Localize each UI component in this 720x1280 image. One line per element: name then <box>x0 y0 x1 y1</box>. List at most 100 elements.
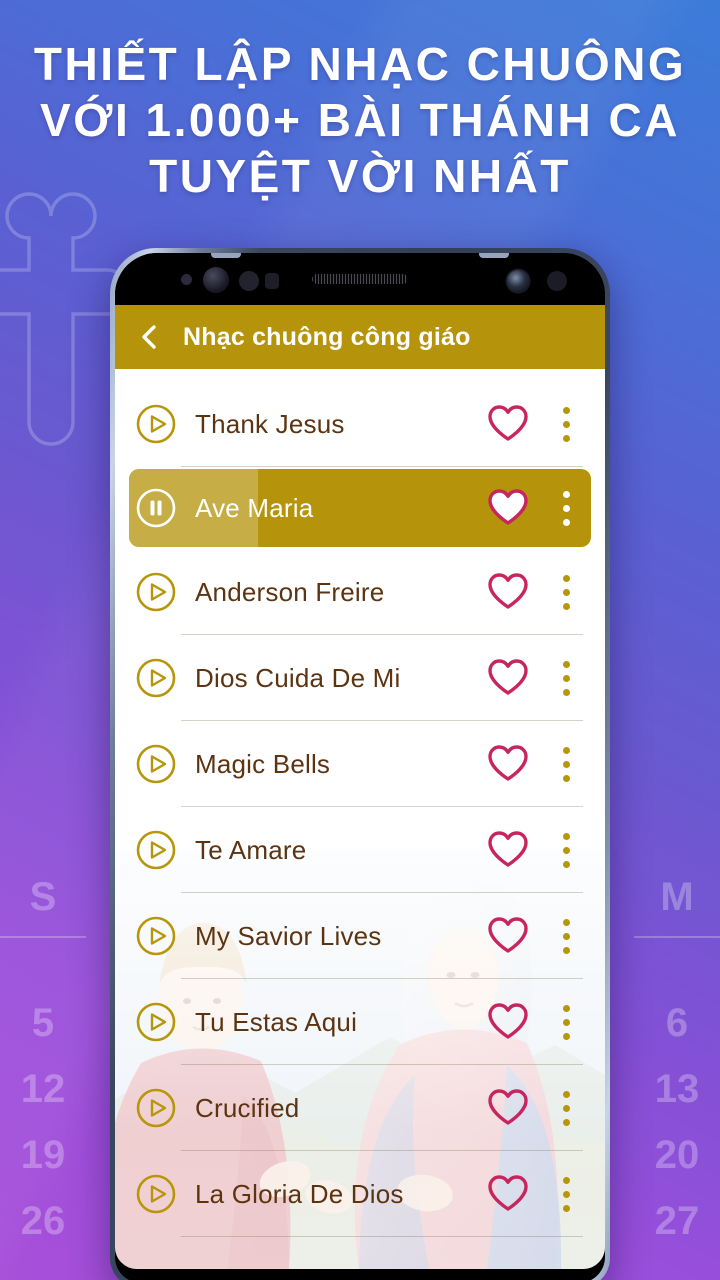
pause-button[interactable] <box>135 487 177 529</box>
favorite-button[interactable] <box>487 658 529 698</box>
iris-scanner-icon <box>203 267 229 293</box>
play-circle-icon <box>136 830 176 870</box>
calendar-day: 6 <box>665 1001 689 1045</box>
heart-outline-icon <box>488 659 528 695</box>
favorite-button[interactable] <box>487 830 529 870</box>
song-row[interactable]: Dios Cuida De Mi <box>129 635 591 721</box>
favorite-button[interactable] <box>487 572 529 612</box>
play-circle-icon <box>136 572 176 612</box>
song-title: Ave Maria <box>195 492 314 523</box>
led-indicator-icon <box>265 273 279 289</box>
calendar-day: 12 <box>20 1067 66 1111</box>
calendar-rule <box>0 936 86 938</box>
song-overflow-menu-button[interactable] <box>553 1090 579 1126</box>
calendar-header-m: M <box>660 875 694 919</box>
play-circle-icon <box>136 916 176 956</box>
song-title: La Gloria De Dios <box>195 1178 404 1209</box>
favorite-button[interactable] <box>487 1088 529 1128</box>
song-overflow-menu-button[interactable] <box>553 1176 579 1212</box>
song-overflow-menu-button[interactable] <box>553 918 579 954</box>
proximity-sensor-icon <box>181 274 192 285</box>
calendar-day: 5 <box>31 1001 55 1045</box>
play-circle-icon <box>136 1088 176 1128</box>
song-title: Anderson Freire <box>195 576 385 607</box>
song-overflow-menu-button[interactable] <box>553 1004 579 1040</box>
favorite-button[interactable] <box>487 404 529 444</box>
heart-outline-icon <box>488 573 528 609</box>
favorite-button[interactable] <box>487 916 529 956</box>
favorite-button[interactable] <box>487 1002 529 1042</box>
bezel-highlight-left <box>211 253 241 258</box>
light-sensor-icon <box>239 271 259 291</box>
play-button[interactable] <box>135 1001 177 1043</box>
calendar-day: 20 <box>654 1133 700 1177</box>
row-divider <box>181 1235 583 1237</box>
bezel-highlight-right <box>479 253 509 258</box>
calendar-day: 19 <box>20 1133 66 1177</box>
calendar-day: 13 <box>654 1067 700 1111</box>
song-overflow-menu-button[interactable] <box>553 746 579 782</box>
song-overflow-menu-button[interactable] <box>553 490 579 526</box>
heart-filled-icon <box>488 489 528 525</box>
song-row[interactable]: Tu Estas Aqui <box>129 979 591 1065</box>
song-row[interactable]: Anderson Freire <box>129 549 591 635</box>
play-button[interactable] <box>135 571 177 613</box>
song-row[interactable]: Crucified <box>129 1065 591 1151</box>
play-button[interactable] <box>135 915 177 957</box>
phone-mockup: Nhạc chuông công giáo Thank Jesus Ave Mar… <box>110 248 610 1280</box>
song-title: Magic Bells <box>195 748 331 779</box>
earpiece-speaker-icon <box>312 274 408 284</box>
headline-line-3: TUYỆT VỜI NHẤT <box>149 150 571 202</box>
pause-circle-icon <box>136 488 176 528</box>
calendar-watermark-right: M 6 13 20 27 <box>634 862 720 1254</box>
heart-outline-icon <box>488 1089 528 1125</box>
song-row[interactable]: Magic Bells <box>129 721 591 807</box>
song-overflow-menu-button[interactable] <box>553 406 579 442</box>
app-bar: Nhạc chuông công giáo <box>115 305 605 369</box>
play-button[interactable] <box>135 403 177 445</box>
promo-headline: THIẾT LẬP NHẠC CHUÔNG VỚI 1.000+ BÀI THÁ… <box>0 36 720 204</box>
play-button[interactable] <box>135 1173 177 1215</box>
song-title: Tu Estas Aqui <box>195 1006 358 1037</box>
calendar-header-s: S <box>29 875 57 919</box>
sensor-dot-icon <box>547 271 567 291</box>
song-row[interactable]: La Gloria De Dios <box>129 1151 591 1237</box>
song-row[interactable]: Thank Jesus <box>129 381 591 467</box>
heart-outline-icon <box>488 917 528 953</box>
calendar-day: 27 <box>654 1199 700 1243</box>
favorite-button[interactable] <box>487 1174 529 1214</box>
play-circle-icon <box>136 1174 176 1214</box>
song-overflow-menu-button[interactable] <box>553 660 579 696</box>
song-title: My Savior Lives <box>195 920 382 951</box>
back-button[interactable] <box>133 320 167 354</box>
play-circle-icon <box>136 404 176 444</box>
phone-top-bezel <box>115 253 605 305</box>
heart-outline-icon <box>488 405 528 441</box>
song-title: Crucified <box>195 1092 300 1123</box>
play-button[interactable] <box>135 657 177 699</box>
song-overflow-menu-button[interactable] <box>553 832 579 868</box>
app-screen: Nhạc chuông công giáo Thank Jesus Ave Mar… <box>115 305 605 1269</box>
song-row-active[interactable]: Ave Maria <box>129 469 591 547</box>
song-title: Te Amare <box>195 834 307 865</box>
calendar-rule <box>634 936 720 938</box>
headline-line-1: THIẾT LẬP NHẠC CHUÔNG <box>33 38 687 90</box>
song-row[interactable]: Te Amare <box>129 807 591 893</box>
favorite-button[interactable] <box>487 488 529 528</box>
row-divider <box>181 465 583 467</box>
play-circle-icon <box>136 658 176 698</box>
song-title: Thank Jesus <box>195 408 345 439</box>
heart-outline-icon <box>488 831 528 867</box>
song-overflow-menu-button[interactable] <box>553 574 579 610</box>
play-button[interactable] <box>135 1087 177 1129</box>
song-list[interactable]: Thank Jesus Ave Maria Anderson Freire Dios … <box>115 369 605 1237</box>
heart-outline-icon <box>488 745 528 781</box>
song-title: Dios Cuida De Mi <box>195 662 401 693</box>
play-button[interactable] <box>135 743 177 785</box>
song-row[interactable]: My Savior Lives <box>129 893 591 979</box>
play-circle-icon <box>136 1002 176 1042</box>
play-button[interactable] <box>135 829 177 871</box>
favorite-button[interactable] <box>487 744 529 784</box>
page-title: Nhạc chuông công giáo <box>183 322 471 351</box>
heart-outline-icon <box>488 1003 528 1039</box>
